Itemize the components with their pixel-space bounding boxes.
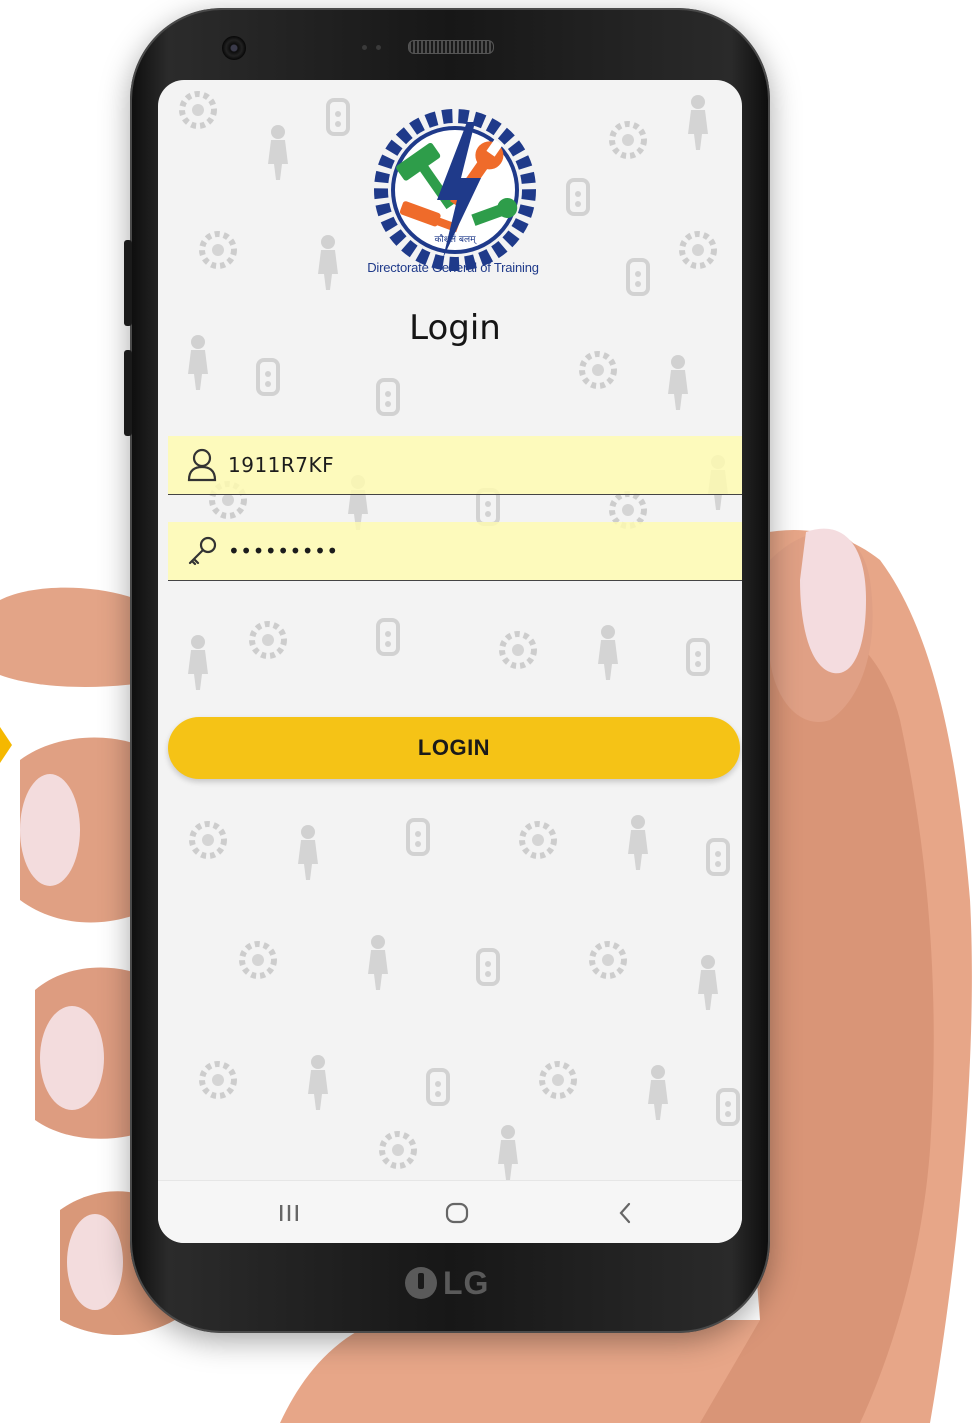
volume-up-button bbox=[124, 240, 132, 326]
user-icon bbox=[182, 445, 222, 485]
back-icon bbox=[619, 1202, 631, 1224]
username-value: 1911R7KF bbox=[228, 453, 335, 477]
recents-icon bbox=[280, 1205, 298, 1221]
brand-text: LG bbox=[443, 1264, 490, 1301]
dgt-logo-icon: कौशलं बलम् bbox=[374, 109, 536, 271]
password-value: ••••••••• bbox=[228, 539, 339, 563]
password-field[interactable]: ••••••••• bbox=[168, 522, 742, 581]
volume-down-button bbox=[124, 350, 132, 436]
app-screen: कौशलं बलम् Directorate General of Traini… bbox=[158, 80, 742, 1243]
home-button[interactable] bbox=[432, 1195, 482, 1231]
logo-emblem-text: कौशलं बलम् bbox=[435, 233, 478, 245]
key-icon bbox=[182, 531, 222, 571]
page-title: Login bbox=[409, 308, 501, 348]
back-button[interactable] bbox=[600, 1195, 650, 1231]
lg-logo-icon bbox=[405, 1267, 437, 1299]
recents-button[interactable] bbox=[264, 1195, 314, 1231]
sensor-dot bbox=[362, 45, 367, 50]
username-field[interactable]: 1911R7KF bbox=[168, 436, 742, 495]
arrow-pointer-icon bbox=[0, 727, 12, 763]
earpiece-speaker bbox=[408, 40, 494, 54]
login-button[interactable]: LOGIN bbox=[168, 717, 740, 779]
front-camera-icon bbox=[222, 36, 246, 60]
navigation-bar bbox=[158, 1180, 742, 1243]
home-icon bbox=[445, 1202, 469, 1224]
sensor-dot bbox=[376, 45, 381, 50]
device-brand: LG bbox=[405, 1263, 505, 1303]
logo-caption: Directorate General of Training bbox=[367, 260, 539, 275]
